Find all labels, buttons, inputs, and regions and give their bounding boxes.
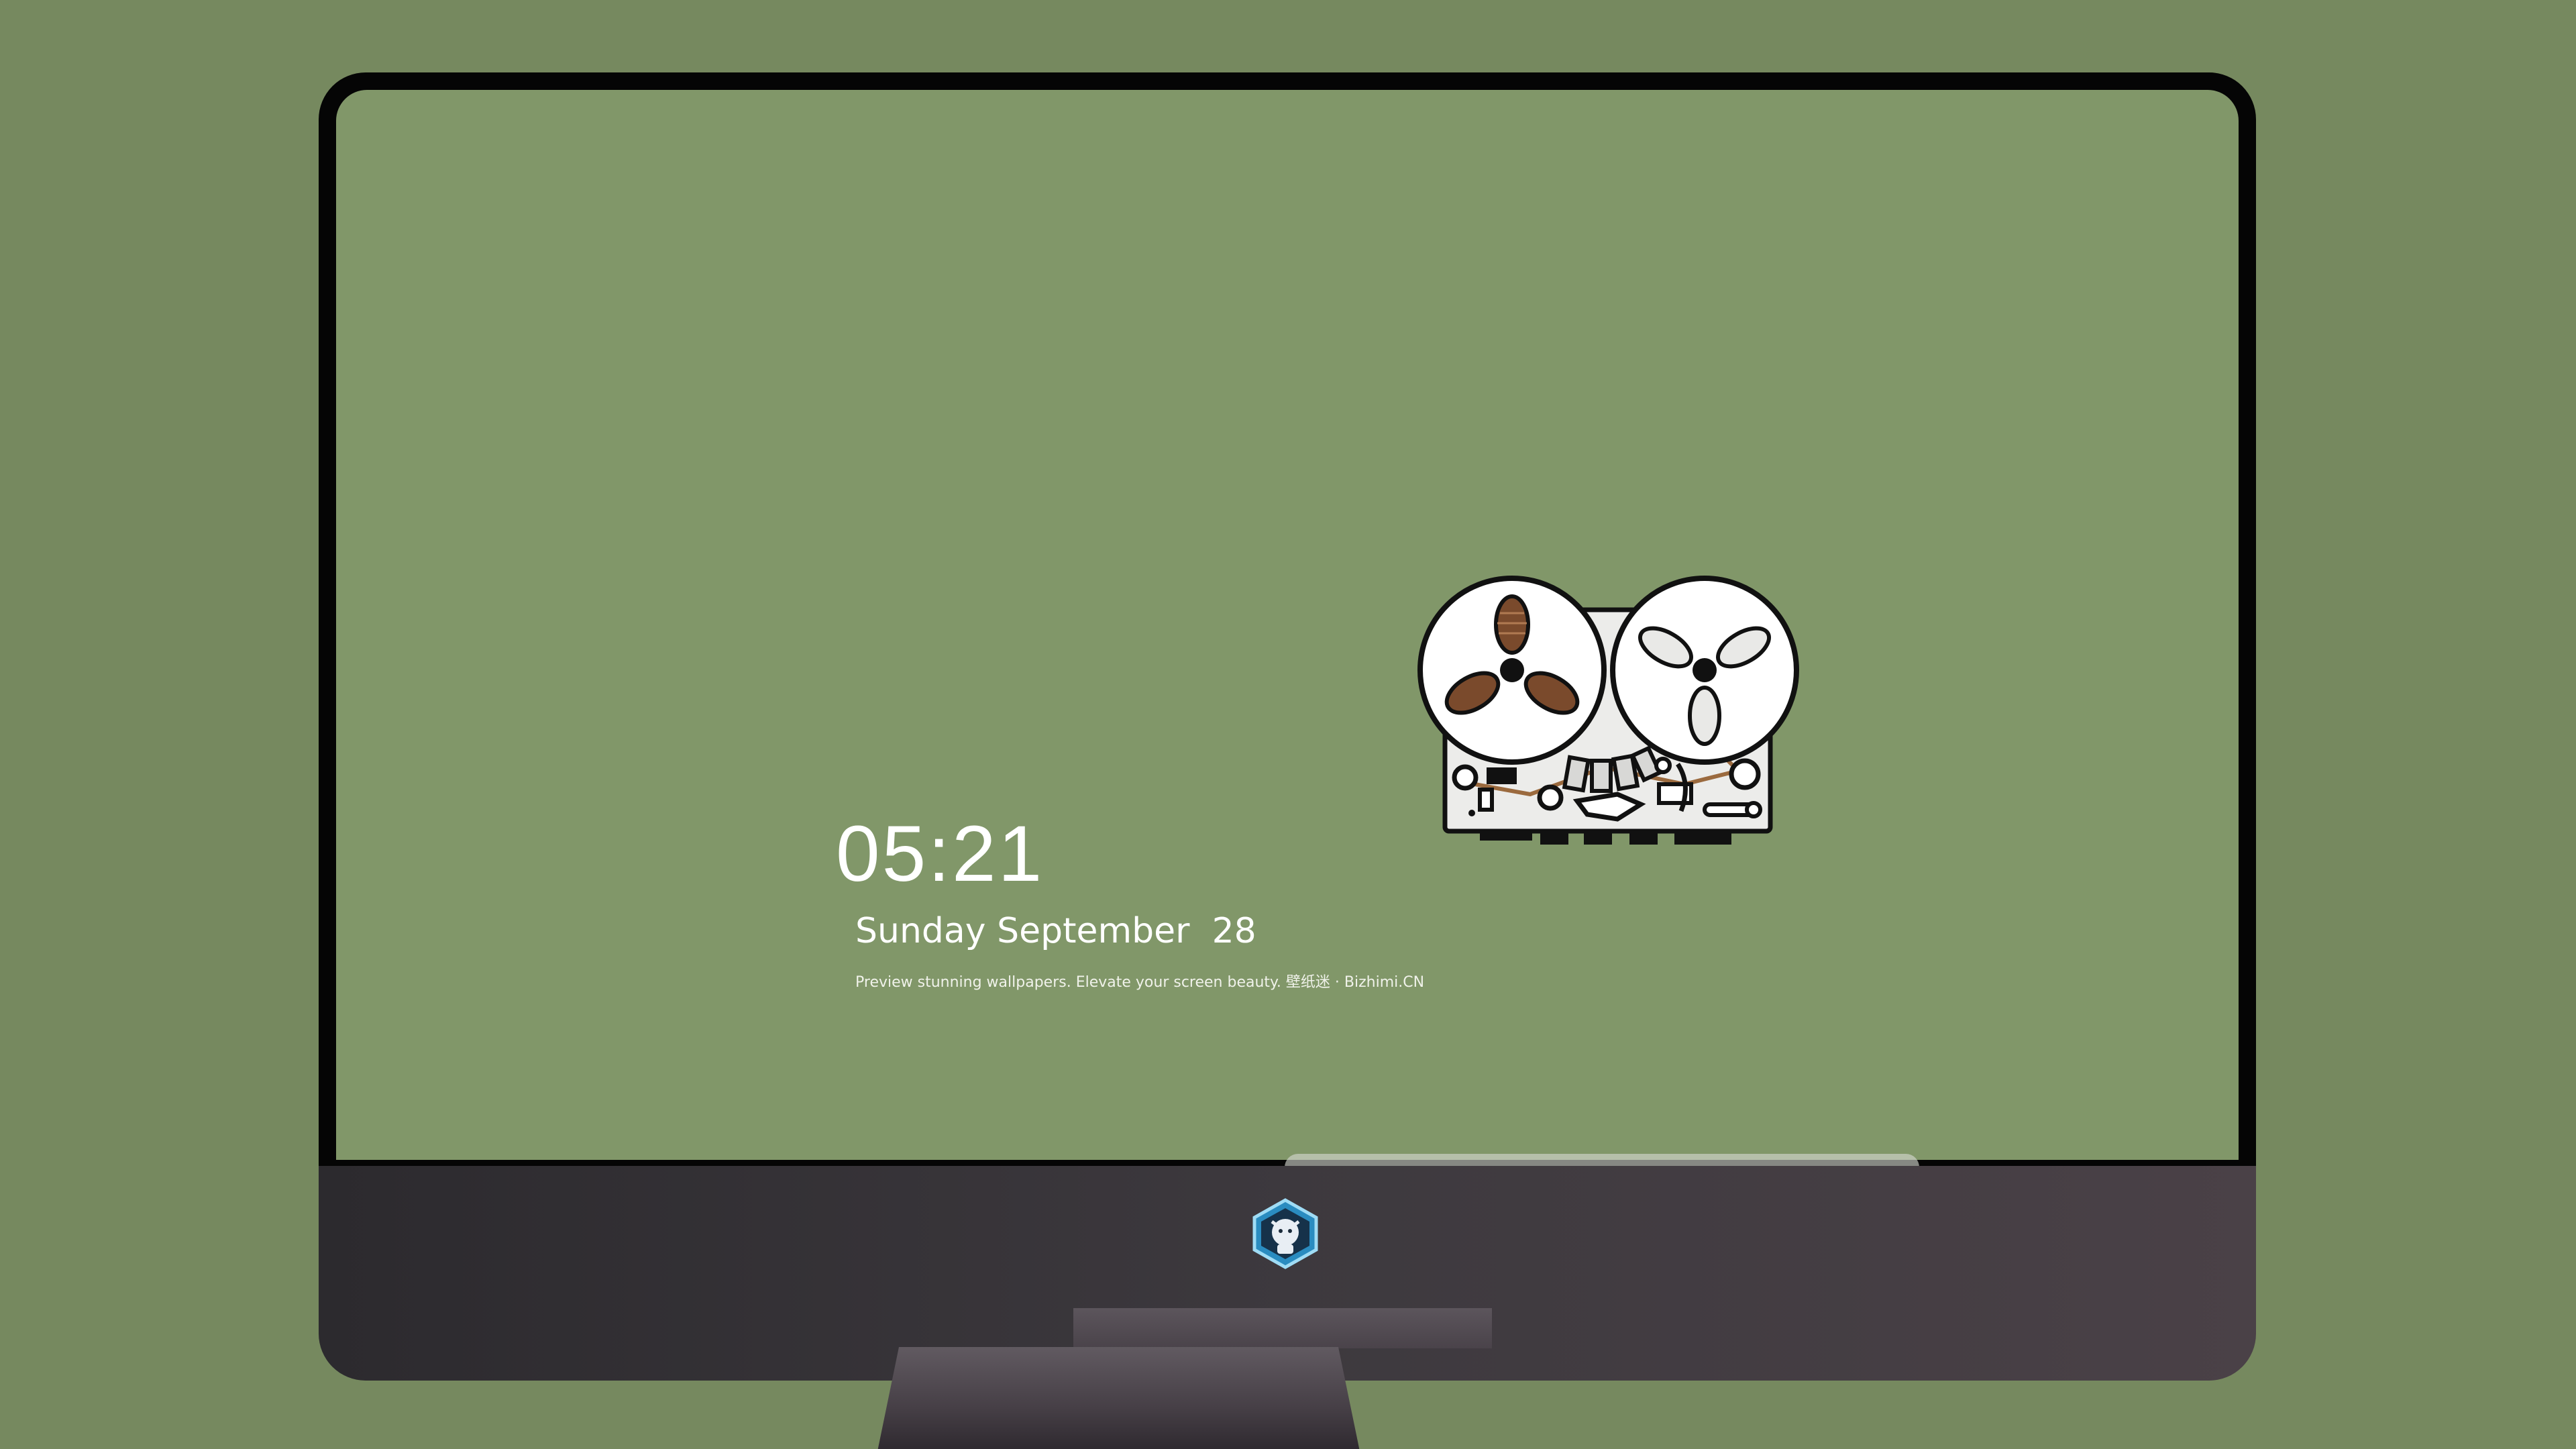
- brand-badge-icon: [1252, 1198, 1318, 1269]
- lockscreen-time: 05:21: [836, 810, 1044, 898]
- monitor-bezel: 05:21 Sunday September 28 Preview stunni…: [319, 72, 2256, 1166]
- monitor-stand-neck: [1073, 1308, 1492, 1348]
- monitor: 05:21 Sunday September 28 Preview stunni…: [319, 72, 2256, 1381]
- screen: 05:21 Sunday September 28 Preview stunni…: [336, 90, 2239, 1160]
- tape-recorder-logo: [1417, 576, 1799, 845]
- lockscreen-tagline: Preview stunning wallpapers. Elevate you…: [855, 974, 1425, 991]
- lockscreen-date: Sunday September 28: [855, 911, 1256, 951]
